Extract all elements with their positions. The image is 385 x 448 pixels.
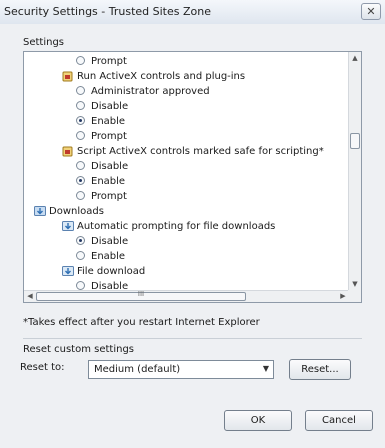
setting-option[interactable]: Prompt	[24, 54, 349, 69]
radio-unselected[interactable]	[76, 251, 85, 260]
radio-unselected[interactable]	[76, 86, 85, 95]
activex-icon	[62, 70, 74, 82]
restart-note: *Takes effect after you restart Internet…	[23, 317, 260, 328]
setting-option[interactable]: Prompt	[24, 129, 349, 144]
ok-button[interactable]: OK	[224, 410, 292, 431]
downloads-icon	[34, 205, 46, 217]
setting-option[interactable]: Disable	[24, 159, 349, 174]
setting-label: Prompt	[91, 131, 127, 142]
setting-label: Enable	[91, 176, 126, 187]
setting-group: Run ActiveX controls and plug-ins	[24, 69, 349, 84]
window-title: Security Settings - Trusted Sites Zone	[4, 5, 211, 18]
scroll-down-icon[interactable]: ▼	[349, 278, 361, 290]
radio-unselected[interactable]	[76, 191, 85, 200]
setting-group: Script ActiveX controls marked safe for …	[24, 144, 349, 159]
horizontal-scroll-thumb[interactable]: III	[36, 290, 246, 301]
setting-group: File download	[24, 264, 349, 279]
setting-label: Run ActiveX controls and plug-ins	[77, 71, 246, 82]
setting-label: Script ActiveX controls marked safe for …	[77, 146, 324, 157]
close-button[interactable]: ✕	[361, 3, 381, 20]
reset-level-value: Medium (default)	[94, 364, 181, 375]
close-icon: ✕	[366, 5, 376, 18]
reset-button[interactable]: Reset...	[289, 359, 351, 380]
radio-selected[interactable]	[76, 236, 85, 245]
setting-option[interactable]: Disable	[24, 234, 349, 249]
activex-icon	[62, 145, 74, 157]
setting-label: Prompt	[91, 191, 127, 202]
scroll-up-icon[interactable]: ▲	[349, 52, 361, 64]
setting-label: Enable	[91, 116, 126, 127]
settings-tree[interactable]: Prompt Run ActiveX controls and plug-ins A…	[23, 51, 362, 303]
setting-option[interactable]: Disable	[24, 99, 349, 114]
settings-list: Prompt Run ActiveX controls and plug-ins A…	[24, 54, 349, 292]
setting-label: Automatic prompting for file downloads	[77, 221, 276, 232]
radio-unselected[interactable]	[76, 101, 85, 110]
vertical-scroll-thumb[interactable]	[350, 133, 360, 149]
cancel-button[interactable]: Cancel	[305, 410, 373, 431]
reset-level-select[interactable]: Medium (default) ▼	[88, 360, 274, 379]
setting-label: Administrator approved	[91, 86, 210, 97]
radio-unselected[interactable]	[76, 56, 85, 65]
title-bar: Security Settings - Trusted Sites Zone ✕	[0, 0, 385, 24]
setting-option[interactable]: Enable	[24, 249, 349, 264]
setting-label: File download	[77, 266, 146, 277]
setting-label: Enable	[91, 251, 126, 262]
settings-label: Settings	[23, 37, 65, 48]
setting-label: Downloads	[49, 206, 104, 217]
setting-group: Automatic prompting for file downloads	[24, 219, 349, 234]
setting-label: Disable	[91, 101, 129, 112]
scroll-corner	[348, 290, 361, 302]
setting-category: Downloads	[24, 204, 349, 219]
download-setting-icon	[62, 220, 74, 232]
radio-unselected[interactable]	[76, 131, 85, 140]
vertical-scrollbar[interactable]: ▲ ▼	[348, 52, 361, 290]
radio-selected[interactable]	[76, 116, 85, 125]
divider	[23, 338, 362, 339]
radio-unselected[interactable]	[76, 161, 85, 170]
scroll-left-icon[interactable]: ◀	[24, 291, 36, 302]
reset-to-label: Reset to:	[20, 362, 65, 373]
setting-label: Disable	[91, 161, 129, 172]
radio-unselected[interactable]	[76, 281, 85, 290]
setting-option[interactable]: Prompt	[24, 189, 349, 204]
setting-option[interactable]: Administrator approved	[24, 84, 349, 99]
setting-label: Prompt	[91, 56, 127, 67]
setting-option[interactable]: Enable	[24, 114, 349, 129]
radio-selected[interactable]	[76, 176, 85, 185]
reset-section-title: Reset custom settings	[23, 344, 134, 355]
setting-option[interactable]: Enable	[24, 174, 349, 189]
download-setting-icon	[62, 265, 74, 277]
horizontal-scrollbar[interactable]: ◀ III ▶	[24, 290, 349, 302]
scroll-grip: III	[137, 290, 145, 298]
setting-label: Disable	[91, 236, 129, 247]
chevron-down-icon: ▼	[262, 364, 269, 373]
